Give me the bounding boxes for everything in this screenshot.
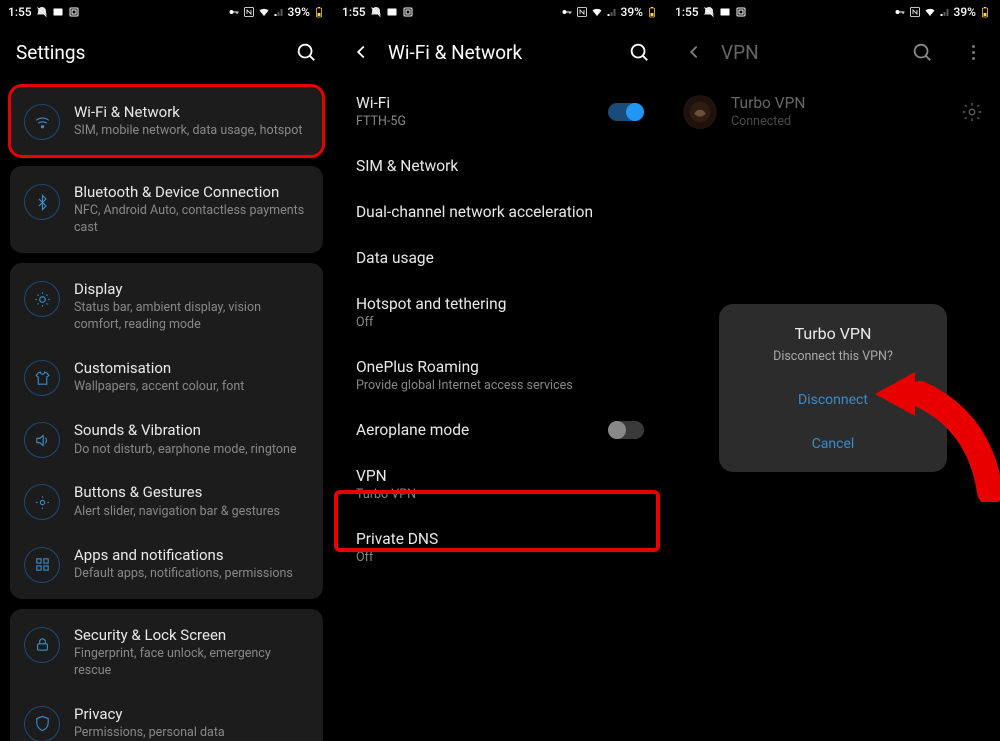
lock-icon xyxy=(24,627,60,663)
vpn-panel: 1:55 39% VPN Turbo VPN Connected Tu xyxy=(666,0,999,741)
signal-icon xyxy=(606,6,618,18)
settings-item-wifi-network[interactable]: Wi-Fi & Network SIM, mobile network, dat… xyxy=(10,90,323,152)
screenshot-icon xyxy=(68,6,80,18)
gear-icon[interactable] xyxy=(961,101,983,123)
search-icon[interactable] xyxy=(628,41,650,63)
settings-item-security[interactable]: Security & Lock Screen Fingerprint, face… xyxy=(10,613,323,692)
wifi-header: Wi-Fi & Network xyxy=(334,24,666,80)
brightness-icon xyxy=(24,281,60,317)
battery-icon xyxy=(313,6,325,18)
item-data-usage[interactable]: Data usage xyxy=(338,235,662,281)
wifi-network-panel: 1:55 39% Wi-Fi & Network Wi-Fi FTTH-5G xyxy=(333,0,666,741)
wifi-icon xyxy=(258,6,270,18)
turbo-vpn-icon xyxy=(683,95,717,129)
row-title: Bluetooth & Device Connection xyxy=(74,182,309,202)
screenshot-icon xyxy=(735,6,747,18)
picture-icon xyxy=(386,6,398,18)
nfc-icon xyxy=(576,6,588,18)
aeroplane-toggle[interactable] xyxy=(608,421,644,439)
dialog-message: Disconnect this VPN? xyxy=(719,349,947,364)
cancel-button[interactable]: Cancel xyxy=(719,422,947,466)
key-icon xyxy=(894,6,906,18)
settings-item-wifi-network-card: Wi-Fi & Network SIM, mobile network, dat… xyxy=(10,86,323,156)
item-dual-channel[interactable]: Dual-channel network acceleration xyxy=(338,189,662,235)
picture-icon xyxy=(52,6,64,18)
settings-group: Display Status bar, ambient display, vis… xyxy=(10,263,323,599)
status-bar: 1:55 39% xyxy=(334,0,666,24)
settings-item-apps[interactable]: Apps and notifications Default apps, not… xyxy=(10,533,323,595)
nfc-icon xyxy=(909,6,921,18)
item-hotspot[interactable]: Hotspot and tethering Off xyxy=(338,281,662,344)
signal-icon xyxy=(939,6,951,18)
settings-item-buttons[interactable]: Buttons & Gestures Alert slider, navigat… xyxy=(10,470,323,532)
page-title: Wi-Fi & Network xyxy=(388,41,612,64)
shield-icon xyxy=(24,706,60,741)
settings-group: Bluetooth & Device Connection NFC, Andro… xyxy=(10,166,323,253)
vpn-header: VPN xyxy=(667,24,999,80)
settings-item-sounds[interactable]: Sounds & Vibration Do not disturb, earph… xyxy=(10,408,323,470)
wifi-icon xyxy=(924,6,936,18)
back-button[interactable] xyxy=(683,41,705,63)
settings-item-bluetooth[interactable]: Bluetooth & Device Connection NFC, Andro… xyxy=(10,170,323,249)
settings-item-display[interactable]: Display Status bar, ambient display, vis… xyxy=(10,267,323,346)
settings-group: Security & Lock Screen Fingerprint, face… xyxy=(10,609,323,741)
page-title: VPN xyxy=(721,41,895,64)
item-aeroplane[interactable]: Aeroplane mode xyxy=(338,407,662,453)
dnd-icon xyxy=(36,6,48,18)
item-vpn[interactable]: VPN Turbo VPN xyxy=(338,453,662,516)
battery-icon xyxy=(646,6,658,18)
item-roaming[interactable]: OnePlus Roaming Provide global Internet … xyxy=(338,344,662,407)
disconnect-button[interactable]: Disconnect xyxy=(719,378,947,422)
dialog-title: Turbo VPN xyxy=(719,324,947,343)
apps-icon xyxy=(24,547,60,583)
disconnect-dialog: Turbo VPN Disconnect this VPN? Disconnec… xyxy=(719,304,947,472)
back-button[interactable] xyxy=(350,41,372,63)
status-bar: 1:55 39% xyxy=(0,0,333,24)
search-icon[interactable] xyxy=(911,41,933,63)
settings-item-customisation[interactable]: Customisation Wallpapers, accent colour,… xyxy=(10,346,323,408)
item-sim-network[interactable]: SIM & Network xyxy=(338,143,662,189)
page-title: Settings xyxy=(16,41,279,64)
battery-icon xyxy=(979,6,991,18)
status-bar: 1:55 39% xyxy=(667,0,999,24)
settings-header: Settings xyxy=(0,24,333,80)
key-icon xyxy=(561,6,573,18)
wifi-icon xyxy=(24,104,60,140)
settings-item-privacy[interactable]: Privacy Permissions, personal data xyxy=(10,692,323,741)
status-time: 1:55 xyxy=(8,5,32,19)
screenshot-icon xyxy=(402,6,414,18)
vpn-entry[interactable]: Turbo VPN Connected xyxy=(667,80,999,143)
wifi-icon xyxy=(591,6,603,18)
bluetooth-icon xyxy=(24,184,60,220)
wifi-toggle[interactable] xyxy=(608,103,644,121)
row-sub: NFC, Android Auto, contactless payments … xyxy=(74,203,309,237)
more-button[interactable] xyxy=(963,41,983,63)
volume-icon xyxy=(24,422,60,458)
item-wifi[interactable]: Wi-Fi FTTH-5G xyxy=(338,80,662,143)
gestures-icon xyxy=(24,484,60,520)
search-icon[interactable] xyxy=(295,41,317,63)
dnd-icon xyxy=(703,6,715,18)
key-icon xyxy=(228,6,240,18)
row-sub: SIM, mobile network, data usage, hotspot xyxy=(74,123,309,140)
nfc-icon xyxy=(243,6,255,18)
item-private-dns[interactable]: Private DNS Off xyxy=(338,516,662,579)
settings-panel: 1:55 39% Settings Wi-Fi & Network SIM, m… xyxy=(0,0,333,741)
battery-percent: 39% xyxy=(288,5,310,19)
tshirt-icon xyxy=(24,360,60,396)
signal-icon xyxy=(273,6,285,18)
row-title: Wi-Fi & Network xyxy=(74,102,309,122)
picture-icon xyxy=(719,6,731,18)
dnd-icon xyxy=(370,6,382,18)
